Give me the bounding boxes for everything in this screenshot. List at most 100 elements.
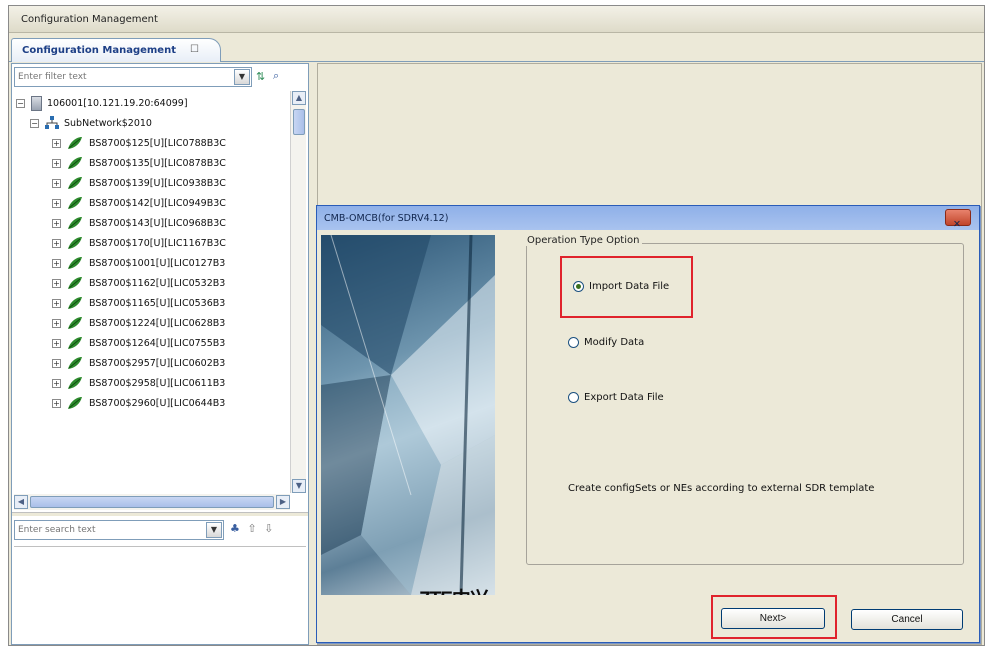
radio-label: Import Data File bbox=[589, 281, 670, 292]
radio-import-data-file[interactable]: Import Data File bbox=[573, 281, 669, 292]
tree-node-label: BS8700$170[U][LIC1167B3C bbox=[89, 237, 226, 249]
scroll-thumb[interactable] bbox=[293, 109, 305, 135]
tree-node[interactable]: + BS8700$139[U][LIC0938B3C bbox=[52, 173, 226, 193]
tree-node-label: BS8700$142[U][LIC0949B3C bbox=[89, 197, 226, 209]
zte-logo: ZTE中兴 bbox=[419, 584, 489, 595]
maximize-icon[interactable]: ☐ bbox=[190, 44, 199, 55]
tree-root[interactable]: − 106001[10.121.19.20:64099] bbox=[16, 93, 188, 113]
tree-node[interactable]: + BS8700$143[U][LIC0968B3C bbox=[52, 213, 226, 233]
scroll-down-icon[interactable]: ▼ bbox=[292, 479, 306, 493]
search-field[interactable]: ▼ bbox=[14, 520, 224, 540]
server-icon bbox=[31, 95, 42, 111]
radio-unchecked-icon[interactable] bbox=[568, 337, 579, 348]
filter-field[interactable]: ▼ bbox=[14, 67, 252, 87]
collapse-icon[interactable]: − bbox=[30, 118, 39, 128]
tree-node-label: BS8700$1162[U][LIC0532B3 bbox=[89, 277, 226, 289]
base-station-icon bbox=[68, 217, 82, 229]
resource-tree: − 106001[10.121.19.20:64099] − SubNetwor… bbox=[14, 91, 286, 493]
tree-node-label: BS8700$1165[U][LIC0536B3 bbox=[89, 297, 226, 309]
filter-input[interactable] bbox=[15, 68, 229, 86]
tree-node[interactable]: + BS8700$125[U][LIC0788B3C bbox=[52, 133, 226, 153]
expand-icon[interactable]: + bbox=[52, 258, 61, 268]
expand-tree-icon[interactable]: ⇅ bbox=[256, 70, 265, 83]
locate-icon[interactable]: ♣ bbox=[230, 522, 242, 535]
scroll-up-icon[interactable]: ▲ bbox=[292, 91, 306, 105]
tree-node-label: BS8700$2958[U][LIC0611B3 bbox=[89, 377, 226, 389]
search-input[interactable] bbox=[15, 521, 201, 539]
base-station-icon bbox=[68, 277, 82, 289]
tree-node[interactable]: + BS8700$2960[U][LIC0644B3 bbox=[52, 393, 225, 413]
radio-unchecked-icon[interactable] bbox=[568, 392, 579, 403]
expand-icon[interactable]: + bbox=[52, 378, 61, 388]
expand-icon[interactable]: + bbox=[52, 218, 61, 228]
dialog-title-bar[interactable]: CMB-OMCB(for SDRV4.12) ✕ bbox=[317, 206, 979, 230]
tree-node-label: BS8700$139[U][LIC0938B3C bbox=[89, 177, 226, 189]
tree-node[interactable]: + BS8700$1264[U][LIC0755B3 bbox=[52, 333, 225, 353]
expand-icon[interactable]: + bbox=[52, 338, 61, 348]
expand-icon[interactable]: + bbox=[52, 278, 61, 288]
base-station-icon bbox=[68, 357, 82, 369]
expand-icon[interactable]: + bbox=[52, 138, 61, 148]
filter-dropdown-button[interactable]: ▼ bbox=[234, 69, 250, 85]
tree-node[interactable]: + BS8700$1165[U][LIC0536B3 bbox=[52, 293, 225, 313]
base-station-icon bbox=[68, 257, 82, 269]
radio-modify-data[interactable]: Modify Data bbox=[568, 337, 644, 348]
base-station-icon bbox=[68, 377, 82, 389]
window-title-bar: Configuration Management bbox=[9, 6, 984, 33]
tree-node-label: BS8700$2960[U][LIC0644B3 bbox=[89, 397, 226, 409]
scroll-right-icon[interactable]: ▶ bbox=[276, 495, 290, 509]
tree-node[interactable]: + BS8700$1001[U][LIC0127B3 bbox=[52, 253, 225, 273]
next-button[interactable]: Next> bbox=[721, 608, 825, 629]
tab-configuration-management[interactable]: Configuration Management ☐ bbox=[11, 38, 221, 62]
expand-icon[interactable]: + bbox=[52, 178, 61, 188]
tree-node[interactable]: + BS8700$170[U][LIC1167B3C bbox=[52, 233, 226, 253]
window-title: Configuration Management bbox=[21, 14, 158, 25]
base-station-icon bbox=[68, 397, 82, 409]
tree-node-label: BS8700$1001[U][LIC0127B3 bbox=[89, 257, 226, 269]
expand-icon[interactable]: + bbox=[52, 158, 61, 168]
expand-icon[interactable]: + bbox=[52, 198, 61, 208]
tree-subnetwork[interactable]: − SubNetwork$2010 bbox=[30, 113, 152, 133]
tree-node-label: BS8700$2957[U][LIC0602B3 bbox=[89, 357, 226, 369]
scroll-left-icon[interactable]: ◀ bbox=[14, 495, 28, 509]
tree-vertical-scrollbar[interactable]: ▲ ▼ bbox=[290, 91, 306, 493]
expand-icon[interactable]: + bbox=[52, 358, 61, 368]
base-station-icon bbox=[68, 197, 82, 209]
close-button[interactable]: ✕ bbox=[945, 209, 971, 230]
radio-label: Export Data File bbox=[584, 392, 664, 403]
tree-node[interactable]: + BS8700$2957[U][LIC0602B3 bbox=[52, 353, 225, 373]
tree-node-label: BS8700$1224[U][LIC0628B3 bbox=[89, 317, 226, 329]
search-results-list bbox=[14, 546, 306, 643]
base-station-icon bbox=[68, 157, 82, 169]
expand-icon[interactable]: + bbox=[52, 318, 61, 328]
expand-icon[interactable]: + bbox=[52, 238, 61, 248]
tree-node[interactable]: + BS8700$2958[U][LIC0611B3 bbox=[52, 373, 225, 393]
scroll-thumb[interactable] bbox=[30, 496, 274, 508]
radio-export-data-file[interactable]: Export Data File bbox=[568, 392, 664, 403]
subnetwork-icon bbox=[45, 116, 59, 129]
panel-splitter[interactable] bbox=[12, 512, 308, 516]
resource-tree-panel: ▼ ⇅ ⌕ − 106001[10.121.19.20:64099] − Sub… bbox=[11, 63, 309, 645]
operation-type-dialog: CMB-OMCB(for SDRV4.12) ✕ ZTE中兴 Operation… bbox=[316, 205, 980, 643]
radio-label: Modify Data bbox=[584, 337, 645, 348]
collapse-icon[interactable]: − bbox=[16, 98, 25, 108]
tree-node[interactable]: + BS8700$142[U][LIC0949B3C bbox=[52, 193, 226, 213]
cancel-button[interactable]: Cancel bbox=[851, 609, 963, 630]
expand-icon[interactable]: + bbox=[52, 398, 61, 408]
tab-strip: Configuration Management ☐ bbox=[9, 33, 984, 62]
dialog-title: CMB-OMCB(for SDRV4.12) bbox=[324, 213, 449, 224]
tree-node[interactable]: + BS8700$1224[U][LIC0628B3 bbox=[52, 313, 225, 333]
expand-icon[interactable]: + bbox=[52, 298, 61, 308]
base-station-icon bbox=[68, 177, 82, 189]
tree-node[interactable]: + BS8700$135[U][LIC0878B3C bbox=[52, 153, 226, 173]
tree-horizontal-scrollbar[interactable]: ◀ ▶ bbox=[14, 494, 290, 510]
next-result-icon[interactable]: ⇩ bbox=[264, 522, 275, 535]
tree-node-label: BS8700$125[U][LIC0788B3C bbox=[89, 137, 226, 149]
tab-label: Configuration Management bbox=[22, 45, 176, 56]
search-dropdown-button[interactable]: ▼ bbox=[206, 522, 222, 538]
tree-node[interactable]: + BS8700$1162[U][LIC0532B3 bbox=[52, 273, 225, 293]
previous-result-icon[interactable]: ⇧ bbox=[247, 522, 258, 535]
radio-checked-icon[interactable] bbox=[573, 281, 584, 292]
base-station-icon bbox=[68, 297, 82, 309]
search-icon[interactable]: ⌕ bbox=[273, 69, 279, 83]
